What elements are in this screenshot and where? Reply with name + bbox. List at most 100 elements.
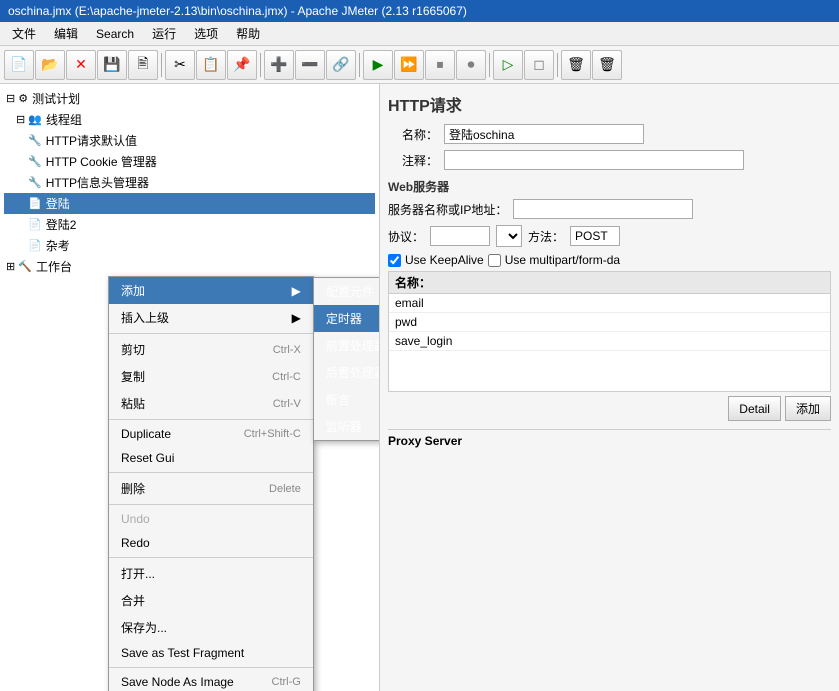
ctx-delete[interactable]: 删除 Delete: [109, 475, 313, 502]
protocol-input[interactable]: [430, 226, 490, 246]
cut-button[interactable]: ✂: [165, 50, 195, 80]
ctx-saveas-label: 保存为...: [121, 619, 167, 636]
ctx-reset-gui[interactable]: Reset Gui: [109, 446, 313, 470]
tree-item-threadgroup[interactable]: ⊟ 👥 线程组: [4, 109, 375, 130]
multipart-checkbox[interactable]: [488, 254, 501, 267]
comment-input[interactable]: [444, 150, 744, 170]
main-layout: ⊟ ⚙ 测试计划 ⊟ 👥 线程组 🔧 HTTP请求默认值 🔧 HTTP Cook…: [0, 84, 839, 691]
tree-item-httpheader[interactable]: 🔧 HTTP信息头管理器: [4, 172, 375, 193]
tree-item-misc[interactable]: 📄 杂考: [4, 235, 375, 256]
ctx-paste-label: 粘贴: [121, 395, 145, 412]
remote-button[interactable]: 🔗: [326, 50, 356, 80]
method-label: 方法：: [528, 228, 564, 245]
stop-button[interactable]: ⏹: [425, 50, 455, 80]
collapse-button[interactable]: ➖: [295, 50, 325, 80]
open-button[interactable]: 📂: [35, 50, 65, 80]
name-label: 名称：: [388, 126, 438, 143]
add-submenu-pre[interactable]: 前置处理器 ▶: [314, 332, 380, 359]
server-row: 服务器名称或IP地址：: [388, 199, 831, 219]
start-button[interactable]: ▶: [363, 50, 393, 80]
menu-search[interactable]: Search: [88, 25, 142, 43]
keepalive-checkbox[interactable]: [388, 254, 401, 267]
toolbar-sep-5: [557, 53, 558, 77]
ctx-copy-shortcut: Ctrl-C: [272, 371, 301, 383]
tree-area: ⊟ ⚙ 测试计划 ⊟ 👥 线程组 🔧 HTTP请求默认值 🔧 HTTP Cook…: [0, 84, 379, 281]
copy-button[interactable]: 📋: [196, 50, 226, 80]
add-submenu-post[interactable]: 后置处理器 ▶: [314, 359, 380, 386]
name-input[interactable]: [444, 124, 644, 144]
table-row-0[interactable]: email: [389, 294, 830, 313]
ctx-redo-label: Redo: [121, 536, 150, 550]
tree-item-testplan[interactable]: ⊟ ⚙ 测试计划: [4, 88, 375, 109]
ctx-redo[interactable]: Redo: [109, 531, 313, 555]
tree-item-httpdefault[interactable]: 🔧 HTTP请求默认值: [4, 130, 375, 151]
ctx-undo-label: Undo: [121, 512, 150, 526]
ctx-sep-6: [109, 667, 313, 668]
add-button[interactable]: 添加: [785, 396, 831, 421]
server-input[interactable]: [513, 199, 693, 219]
tree-item-workbench[interactable]: ⊞ 🔨 工作台: [4, 256, 375, 277]
params-table: 名称： email pwd save_login: [388, 271, 831, 392]
menu-run[interactable]: 运行: [144, 23, 184, 44]
add-submenu-timer-label: 定时器: [326, 310, 362, 327]
ctx-saveas[interactable]: 保存为...: [109, 614, 313, 641]
toolbar-sep-1: [161, 53, 162, 77]
table-header: 名称：: [389, 272, 830, 294]
ctx-sep-5: [109, 557, 313, 558]
clear-all-button[interactable]: 🗑: [592, 50, 622, 80]
add-submenu-listener[interactable]: 监听器 ▶: [314, 413, 380, 440]
expand-button[interactable]: ➕: [264, 50, 294, 80]
ctx-duplicate[interactable]: Duplicate Ctrl+Shift-C: [109, 422, 313, 446]
ctx-cut[interactable]: 剪切 Ctrl-X: [109, 336, 313, 363]
table-row-2[interactable]: save_login: [389, 332, 830, 351]
web-server-section: Web服务器: [388, 178, 831, 195]
tree-item-httpcookie[interactable]: 🔧 HTTP Cookie 管理器: [4, 151, 375, 172]
detail-button[interactable]: Detail: [728, 396, 781, 421]
paste-button[interactable]: 📌: [227, 50, 257, 80]
add-submenu-assert[interactable]: 断言 ▶: [314, 386, 380, 413]
ctx-merge[interactable]: 合并: [109, 587, 313, 614]
ctx-insert-parent[interactable]: 插入上级 ▶: [109, 304, 313, 331]
keepalive-label: Use KeepAlive: [405, 253, 484, 267]
ctx-save-fragment[interactable]: Save as Test Fragment: [109, 641, 313, 665]
ctx-open-label: 打开...: [121, 565, 155, 582]
remote-start-button[interactable]: ▷: [493, 50, 523, 80]
add-submenu: 配置元件 ▶ 定时器 ▶ BeanShell Timer BSF Timer: [313, 277, 380, 441]
shutdown-button[interactable]: ⏺: [456, 50, 486, 80]
menu-edit[interactable]: 编辑: [46, 23, 86, 44]
close-button[interactable]: ✕: [66, 50, 96, 80]
keepalive-row: Use KeepAlive Use multipart/form-da: [388, 253, 831, 267]
comment-row: 注释：: [388, 150, 831, 170]
toolbar-sep-3: [359, 53, 360, 77]
remote-stop-button[interactable]: ◻: [524, 50, 554, 80]
ctx-save-node-image[interactable]: Save Node As Image Ctrl-G: [109, 670, 313, 691]
ctx-add[interactable]: 添加 ▶ 配置元件 ▶ 定时器 ▶ BeanShell Timer: [109, 277, 313, 304]
protocol-select[interactable]: [496, 225, 522, 247]
add-submenu-config[interactable]: 配置元件 ▶: [314, 278, 380, 305]
clear-button[interactable]: 🗑: [561, 50, 591, 80]
ctx-copy-label: 复制: [121, 368, 145, 385]
save-button[interactable]: 💾: [97, 50, 127, 80]
title-text: oschina.jmx (E:\apache-jmeter-2.13\bin\o…: [8, 4, 467, 18]
menu-options[interactable]: 选项: [186, 23, 226, 44]
add-submenu-listener-label: 监听器: [326, 418, 362, 435]
ctx-paste[interactable]: 粘贴 Ctrl-V: [109, 390, 313, 417]
table-row-1[interactable]: pwd: [389, 313, 830, 332]
tree-icon-threadgroup: ⊟ 👥: [16, 113, 42, 126]
menu-file[interactable]: 文件: [4, 23, 44, 44]
saveas-button[interactable]: 🖹: [128, 50, 158, 80]
protocol-row: 协议： 方法：: [388, 225, 831, 247]
ctx-delete-label: 删除: [121, 480, 145, 497]
ctx-cut-shortcut: Ctrl-X: [273, 344, 301, 356]
tree-item-login2[interactable]: 📄 登陆2: [4, 214, 375, 235]
method-input[interactable]: [570, 226, 620, 246]
ctx-copy[interactable]: 复制 Ctrl-C: [109, 363, 313, 390]
ctx-open[interactable]: 打开...: [109, 560, 313, 587]
left-panel: ⊟ ⚙ 测试计划 ⊟ 👥 线程组 🔧 HTTP请求默认值 🔧 HTTP Cook…: [0, 84, 380, 691]
add-submenu-timer[interactable]: 定时器 ▶ BeanShell Timer BSF Timer Consta: [314, 305, 380, 332]
tree-item-login[interactable]: 📄 登陆: [4, 193, 375, 214]
comment-label: 注释：: [388, 152, 438, 169]
new-button[interactable]: 📄: [4, 50, 34, 80]
menu-help[interactable]: 帮助: [228, 23, 268, 44]
start-nopause-button[interactable]: ⏩: [394, 50, 424, 80]
